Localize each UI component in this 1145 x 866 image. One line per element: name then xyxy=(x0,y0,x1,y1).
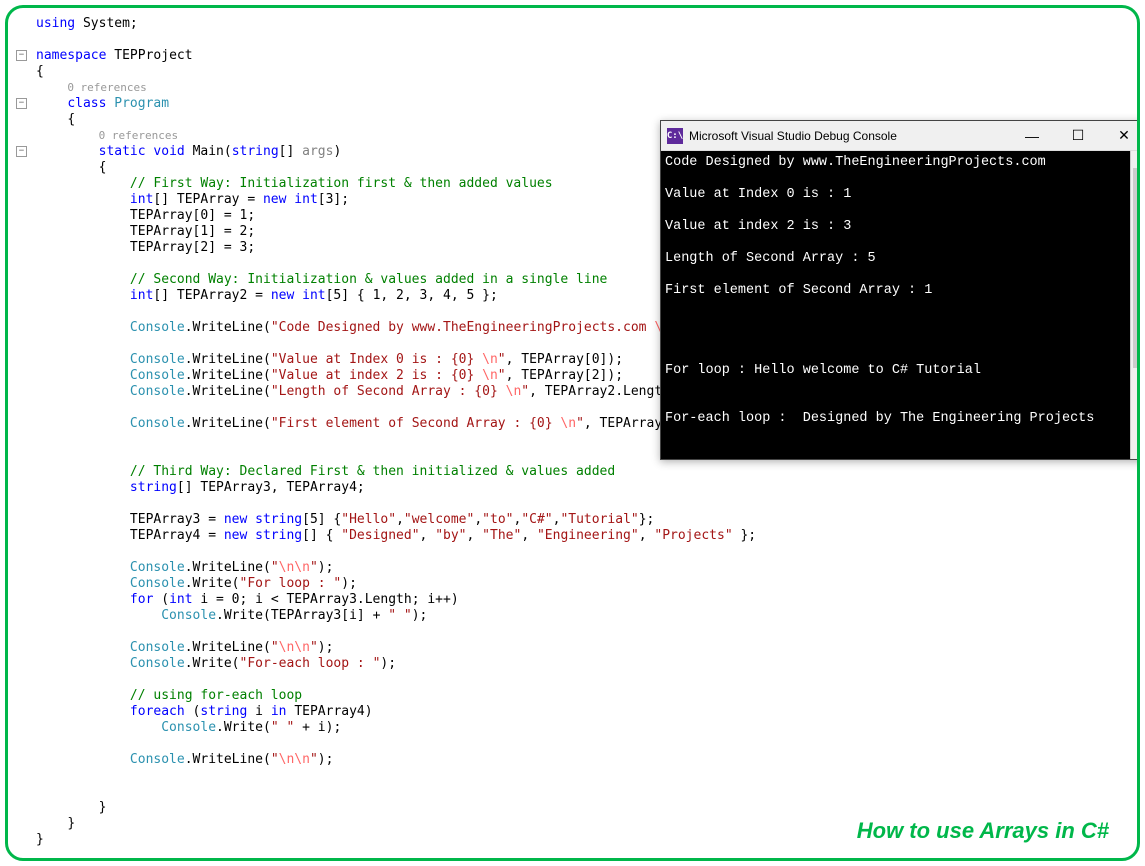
code-line[interactable]: { xyxy=(36,160,756,176)
main-frame: − − − using System; namespace TEPProject{ … xyxy=(5,5,1140,861)
code-line[interactable]: int[] TEPArray = new int[3]; xyxy=(36,192,756,208)
code-line[interactable]: Console.Write(TEPArray3[i] + " "); xyxy=(36,608,756,624)
code-line[interactable]: } xyxy=(36,816,756,832)
fold-toggle[interactable]: − xyxy=(16,50,27,61)
code-line[interactable]: Console.WriteLine("First element of Seco… xyxy=(36,416,756,432)
code-line[interactable] xyxy=(36,784,756,800)
code-line[interactable] xyxy=(36,672,756,688)
console-app-icon: C:\ xyxy=(667,128,683,144)
code-line[interactable]: Console.WriteLine("Code Designed by www.… xyxy=(36,320,756,336)
console-output[interactable]: Code Designed by www.TheEngineeringProje… xyxy=(661,151,1130,459)
code-line[interactable]: class Program xyxy=(36,96,756,112)
code-line[interactable]: int[] TEPArray2 = new int[5] { 1, 2, 3, … xyxy=(36,288,756,304)
console-title: Microsoft Visual Studio Debug Console xyxy=(689,129,1009,143)
code-line[interactable] xyxy=(36,400,756,416)
code-line[interactable] xyxy=(36,32,756,48)
code-line[interactable]: Console.Write("For-each loop : "); xyxy=(36,656,756,672)
minimize-button[interactable]: — xyxy=(1009,121,1055,151)
code-line[interactable] xyxy=(36,336,756,352)
code-line[interactable]: TEPArray[0] = 1; xyxy=(36,208,756,224)
debug-console-window: C:\ Microsoft Visual Studio Debug Consol… xyxy=(660,120,1140,460)
console-scrollbar[interactable] xyxy=(1130,151,1140,459)
code-line[interactable]: foreach (string i in TEPArray4) xyxy=(36,704,756,720)
code-line[interactable]: TEPArray[2] = 3; xyxy=(36,240,756,256)
code-line[interactable]: static void Main(string[] args) xyxy=(36,144,756,160)
code-line[interactable] xyxy=(36,544,756,560)
code-line[interactable]: Console.Write(" " + i); xyxy=(36,720,756,736)
code-line[interactable]: Console.WriteLine("Value at index 2 is :… xyxy=(36,368,756,384)
code-line[interactable]: Console.WriteLine("\n\n"); xyxy=(36,752,756,768)
code-line[interactable]: TEPArray[1] = 2; xyxy=(36,224,756,240)
code-line[interactable]: { xyxy=(36,112,756,128)
code-line[interactable]: // Third Way: Declared First & then init… xyxy=(36,464,756,480)
code-line[interactable]: } xyxy=(36,800,756,816)
code-line[interactable] xyxy=(36,432,756,448)
code-line[interactable]: Console.WriteLine("\n\n"); xyxy=(36,640,756,656)
fold-toggle[interactable]: − xyxy=(16,98,27,109)
code-line[interactable]: for (int i = 0; i < TEPArray3.Length; i+… xyxy=(36,592,756,608)
code-line[interactable] xyxy=(36,256,756,272)
code-line[interactable]: // First Way: Initialization first & the… xyxy=(36,176,756,192)
close-button[interactable]: ✕ xyxy=(1101,121,1140,151)
code-line[interactable] xyxy=(36,736,756,752)
code-line[interactable]: string[] TEPArray3, TEPArray4; xyxy=(36,480,756,496)
code-line[interactable]: TEPArray3 = new string[5] {"Hello","welc… xyxy=(36,512,756,528)
console-titlebar[interactable]: C:\ Microsoft Visual Studio Debug Consol… xyxy=(661,121,1140,151)
code-line[interactable] xyxy=(36,624,756,640)
code-line[interactable]: Console.WriteLine("Value at Index 0 is :… xyxy=(36,352,756,368)
code-line[interactable]: // using for-each loop xyxy=(36,688,756,704)
code-line[interactable] xyxy=(36,448,756,464)
maximize-button[interactable]: ☐ xyxy=(1055,121,1101,151)
fold-toggle[interactable]: − xyxy=(16,146,27,157)
code-line[interactable] xyxy=(36,304,756,320)
scrollbar-thumb[interactable] xyxy=(1133,168,1140,368)
code-line[interactable]: 0 references xyxy=(36,80,756,96)
code-line[interactable] xyxy=(36,496,756,512)
code-line[interactable]: 0 references xyxy=(36,128,756,144)
code-line[interactable]: } xyxy=(36,832,756,848)
code-line[interactable]: using System; xyxy=(36,16,756,32)
code-line[interactable]: Console.Write("For loop : "); xyxy=(36,576,756,592)
code-content[interactable]: using System; namespace TEPProject{ 0 re… xyxy=(36,16,756,848)
code-line[interactable]: Console.WriteLine("\n\n"); xyxy=(36,560,756,576)
footer-caption: How to use Arrays in C# xyxy=(857,818,1109,844)
code-line[interactable]: // Second Way: Initialization & values a… xyxy=(36,272,756,288)
code-line[interactable]: Console.WriteLine("Length of Second Arra… xyxy=(36,384,756,400)
code-line[interactable]: { xyxy=(36,64,756,80)
code-line[interactable] xyxy=(36,768,756,784)
code-line[interactable]: TEPArray4 = new string[] { "Designed", "… xyxy=(36,528,756,544)
code-line[interactable]: namespace TEPProject xyxy=(36,48,756,64)
